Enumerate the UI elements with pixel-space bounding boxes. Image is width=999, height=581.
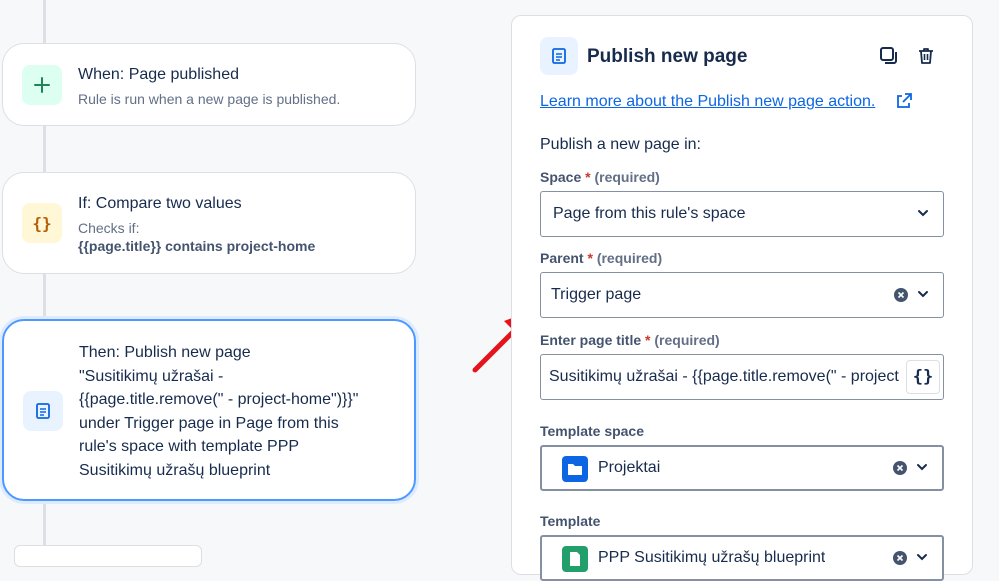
braces-icon: {} bbox=[22, 203, 62, 243]
trash-icon[interactable] bbox=[914, 44, 938, 68]
template-select[interactable]: PPP Susitikimų užrašų blueprint bbox=[540, 535, 944, 581]
page-icon bbox=[23, 391, 63, 431]
clear-icon[interactable] bbox=[892, 550, 908, 571]
template-page-icon bbox=[562, 546, 588, 572]
page-title-input[interactable]: Susitikimų užrašai - {{page.title.remove… bbox=[540, 354, 944, 400]
clear-icon[interactable] bbox=[892, 460, 908, 481]
add-component-stub[interactable] bbox=[14, 545, 202, 567]
space-select-value: Page from this rule's space bbox=[553, 205, 746, 222]
action-line: under Trigger page in Page from this bbox=[79, 414, 339, 432]
action-line: Then: Publish new page bbox=[79, 344, 251, 361]
space-select[interactable]: Page from this rule's space bbox=[540, 191, 944, 237]
action-line: rule's space with template PPP bbox=[79, 438, 300, 455]
action-line: "Susitikimų užrašai - bbox=[79, 367, 224, 385]
parent-label: Parent * (required) bbox=[540, 250, 663, 266]
template-space-value: Projektai bbox=[598, 459, 661, 476]
chevron-down-icon[interactable] bbox=[915, 286, 931, 307]
condition-card[interactable]: {} If: Compare two values Checks if: {{p… bbox=[2, 172, 416, 274]
trigger-card[interactable]: When: Page published Rule is run when a … bbox=[2, 43, 416, 126]
action-line: {{page.title.remove(" - project-home")}}… bbox=[79, 391, 359, 408]
panel-title: Publish new page bbox=[587, 46, 748, 67]
template-label: Template bbox=[540, 513, 601, 529]
parent-select[interactable]: Trigger page bbox=[540, 272, 944, 318]
folder-icon bbox=[562, 456, 588, 482]
chevron-down-icon[interactable] bbox=[914, 549, 930, 570]
page-title-value: Susitikimų užrašai - {{page.title.remove… bbox=[549, 368, 899, 385]
duplicate-icon[interactable] bbox=[877, 44, 901, 68]
action-card[interactable]: Then: Publish new page "Susitikimų užraš… bbox=[2, 319, 416, 501]
learn-more-link[interactable]: Learn more about the Publish new page ac… bbox=[540, 93, 875, 111]
panel-intro: Publish a new page in: bbox=[540, 136, 701, 153]
trigger-title: When: Page published bbox=[78, 66, 239, 83]
smart-value-button[interactable]: {} bbox=[906, 360, 940, 394]
external-link-icon[interactable] bbox=[895, 92, 913, 115]
clear-icon[interactable] bbox=[893, 287, 909, 308]
trigger-subtitle: Rule is run when a new page is published… bbox=[78, 91, 341, 107]
action-line: Susitikimų užrašų blueprint bbox=[79, 461, 271, 479]
plus-icon bbox=[22, 65, 62, 105]
parent-select-value: Trigger page bbox=[551, 286, 642, 303]
page-title-label: Enter page title * (required) bbox=[540, 332, 720, 348]
template-space-label: Template space bbox=[540, 423, 645, 439]
condition-detail: {{page.title}} contains project-home bbox=[78, 238, 316, 254]
condition-subtitle: Checks if: bbox=[78, 220, 140, 236]
template-value: PPP Susitikimų užrašų blueprint bbox=[598, 549, 826, 566]
action-description: Then: Publish new page "Susitikimų užraš… bbox=[79, 341, 409, 482]
action-config-panel: Publish new page Learn more about the Pu… bbox=[511, 15, 973, 581]
space-label: Space * (required) bbox=[540, 169, 660, 185]
page-icon bbox=[540, 37, 578, 75]
chevron-down-icon[interactable] bbox=[914, 459, 930, 480]
chevron-down-icon bbox=[915, 205, 931, 226]
template-space-select[interactable]: Projektai bbox=[540, 445, 944, 491]
condition-title: If: Compare two values bbox=[78, 195, 242, 212]
